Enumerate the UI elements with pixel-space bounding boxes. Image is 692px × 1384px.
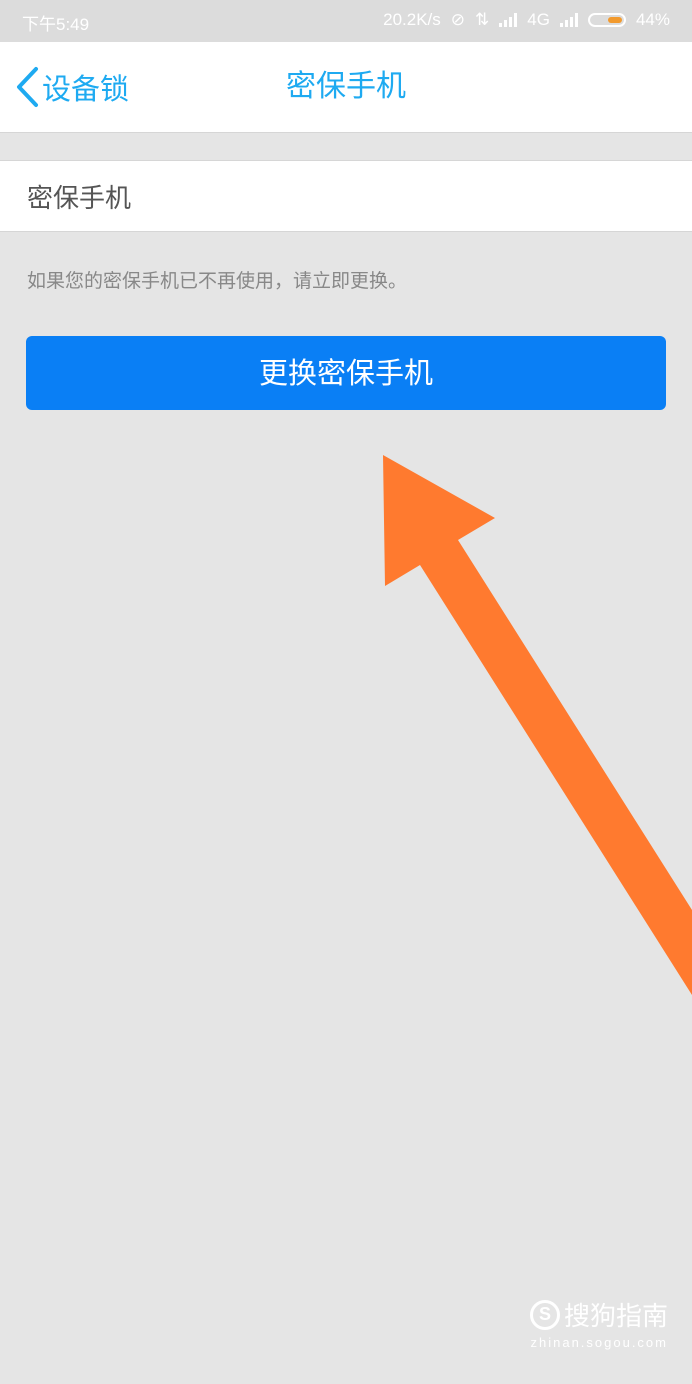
battery-level: 44% [635, 10, 670, 29]
watermark-url: zhinan.sogou.com [530, 1335, 668, 1350]
status-indicators: 20.2K/s ⊘ ⇅ 4G 44% [383, 10, 670, 30]
status-time: 下午5:49 [22, 15, 90, 34]
hint-text: 如果您的密保手机已不再使用，请立即更换。 [27, 270, 408, 292]
status-bar: 下午5:49 20.2K/s ⊘ ⇅ 4G 44% [0, 0, 692, 42]
secure-phone-row: 密保手机 [0, 160, 692, 232]
change-phone-button[interactable]: 更换密保手机 [26, 336, 666, 410]
nav-bar: 密保手机 设备锁 [0, 42, 692, 133]
data-arrows-icon: ⇅ [475, 10, 490, 29]
net-speed: 20.2K/s [383, 10, 441, 29]
sogou-logo-icon: S [529, 1299, 560, 1330]
watermark: S 搜狗指南 zhinan.sogou.com [529, 1296, 668, 1350]
alarm-off-icon: ⊘ [450, 10, 466, 29]
battery-icon [587, 13, 626, 27]
back-button[interactable]: 设备锁 [14, 62, 129, 112]
chevron-left-icon [17, 67, 38, 107]
back-label: 设备锁 [42, 72, 130, 106]
secure-phone-label: 密保手机 [27, 184, 132, 214]
signal-icon-2 [559, 13, 578, 27]
watermark-brand: 搜狗指南 [563, 1302, 668, 1332]
network-type: 4G [527, 10, 550, 29]
signal-icon [499, 13, 518, 27]
